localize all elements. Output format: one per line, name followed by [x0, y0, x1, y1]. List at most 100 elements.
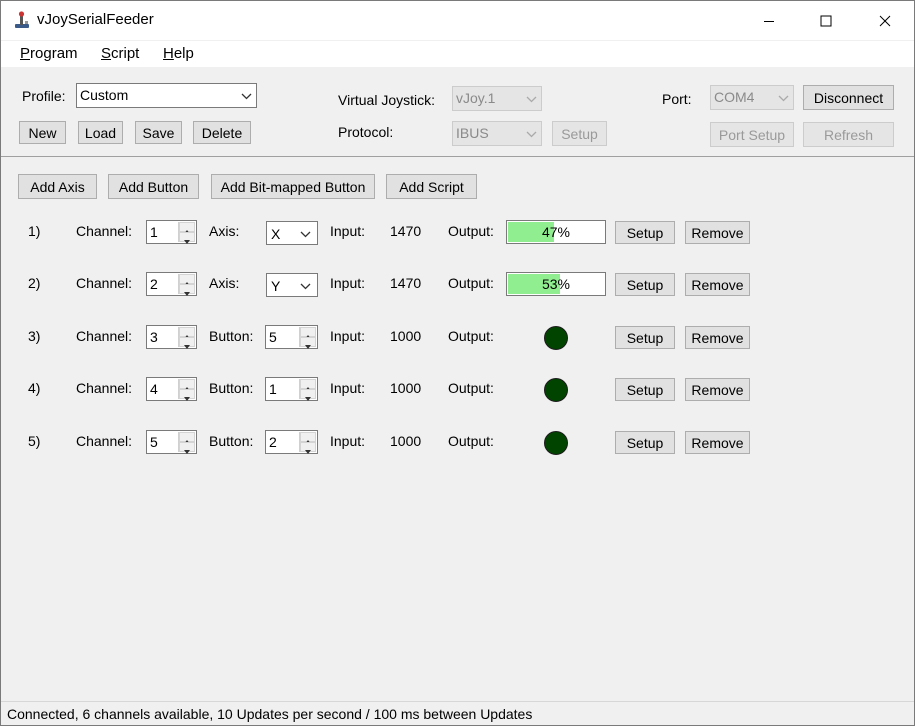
row-index: 2)	[28, 275, 41, 291]
spinner-arrows[interactable]	[299, 379, 316, 401]
axis-output-bar: 47%	[506, 220, 606, 244]
menu-help[interactable]: Help	[163, 45, 194, 62]
app-window: vJoySerialFeeder Program Script Help Pro…	[0, 0, 915, 726]
spinner-down-button[interactable]	[179, 442, 195, 454]
button-number-spinner[interactable]: 5	[265, 325, 318, 349]
save-profile-button[interactable]: Save	[135, 121, 182, 144]
spinner-down-button[interactable]	[179, 284, 195, 296]
spinner-up-button[interactable]	[300, 327, 316, 339]
button-output-led	[544, 326, 568, 350]
status-text: Connected, 6 channels available, 10 Upda…	[7, 706, 533, 722]
protocol-setup-button[interactable]: Setup	[552, 121, 607, 146]
channel-spinner[interactable]: 3	[146, 325, 197, 349]
output-label: Output:	[448, 275, 494, 291]
channel-value: 4	[150, 381, 158, 397]
button-label: Button:	[209, 328, 254, 344]
load-profile-button[interactable]: Load	[78, 121, 123, 144]
menu-script[interactable]: Script	[101, 45, 139, 62]
mapping-remove-button[interactable]: Remove	[685, 221, 750, 244]
spinner-arrows[interactable]	[178, 327, 195, 349]
spinner-arrows[interactable]	[178, 379, 195, 401]
menu-help-rest: elp	[173, 45, 194, 62]
spinner-up-button[interactable]	[179, 327, 195, 339]
title-bar: vJoySerialFeeder	[1, 1, 914, 40]
chevron-down-icon	[300, 231, 311, 238]
spinner-down-button[interactable]	[300, 442, 316, 454]
spinner-up-button[interactable]	[179, 432, 195, 444]
triangle-down-icon	[184, 240, 190, 244]
spinner-arrows[interactable]	[178, 274, 195, 296]
delete-profile-button[interactable]: Delete	[193, 121, 251, 144]
mapping-remove-button[interactable]: Remove	[685, 378, 750, 401]
disconnect-button[interactable]: Disconnect	[803, 85, 894, 110]
triangle-down-icon	[184, 292, 190, 296]
joystick-app-icon	[13, 11, 31, 29]
spinner-up-button[interactable]	[179, 274, 195, 286]
channel-spinner[interactable]: 4	[146, 377, 197, 401]
spinner-arrows[interactable]	[299, 327, 316, 349]
axis-output-bar: 53%	[506, 272, 606, 296]
port-label: Port:	[662, 91, 692, 107]
spinner-down-button[interactable]	[179, 232, 195, 244]
menu-program[interactable]: Program	[20, 45, 78, 62]
spinner-up-button[interactable]	[179, 379, 195, 391]
menu-script-accel: S	[101, 45, 112, 62]
spinner-arrows[interactable]	[178, 222, 195, 244]
axis-select[interactable]: Y	[266, 273, 318, 297]
channel-spinner[interactable]: 1	[146, 220, 197, 244]
spinner-down-button[interactable]	[300, 337, 316, 349]
close-icon	[879, 15, 891, 26]
connection-panel: Profile: Custom New Load Save Delete Vir…	[1, 67, 914, 157]
maximize-button[interactable]	[803, 1, 849, 40]
channel-value: 3	[150, 329, 158, 345]
protocol-value: IBUS	[456, 125, 489, 141]
spinner-down-button[interactable]	[179, 337, 195, 349]
new-profile-button[interactable]: New	[19, 121, 66, 144]
minimize-button[interactable]	[746, 1, 792, 40]
mapping-remove-button[interactable]: Remove	[685, 326, 750, 349]
button-number-value: 1	[269, 381, 277, 397]
virtual-joystick-value: vJoy.1	[456, 90, 496, 106]
channel-spinner[interactable]: 5	[146, 430, 197, 454]
menu-bar: Program Script Help	[1, 41, 914, 67]
mapping-remove-button[interactable]: Remove	[685, 431, 750, 454]
protocol-select[interactable]: IBUS	[452, 121, 542, 146]
close-button[interactable]	[862, 1, 908, 40]
input-value: 1000	[390, 380, 422, 396]
mapping-setup-button[interactable]: Setup	[615, 326, 675, 349]
port-setup-button[interactable]: Port Setup	[710, 122, 794, 147]
button-output-led	[544, 378, 568, 402]
refresh-button[interactable]: Refresh	[803, 122, 894, 147]
spinner-up-button[interactable]	[179, 222, 195, 234]
triangle-down-icon	[305, 450, 311, 454]
mapping-setup-button[interactable]: Setup	[615, 431, 675, 454]
spinner-down-button[interactable]	[300, 389, 316, 401]
profile-select[interactable]: Custom	[76, 83, 257, 108]
channel-spinner[interactable]: 2	[146, 272, 197, 296]
input-label: Input:	[330, 275, 366, 291]
add-button-button[interactable]: Add Button	[108, 174, 199, 199]
button-number-spinner[interactable]: 2	[265, 430, 318, 454]
spinner-up-button[interactable]	[300, 379, 316, 391]
mapping-setup-button[interactable]: Setup	[615, 221, 675, 244]
input-label: Input:	[330, 223, 366, 239]
add-bitmapped-button-button[interactable]: Add Bit-mapped Button	[211, 174, 375, 199]
add-script-button[interactable]: Add Script	[386, 174, 477, 199]
button-number-spinner[interactable]: 1	[265, 377, 318, 401]
triangle-down-icon	[184, 450, 190, 454]
port-select[interactable]: COM4	[710, 85, 794, 110]
spinner-arrows[interactable]	[178, 432, 195, 454]
add-axis-button[interactable]: Add Axis	[18, 174, 97, 199]
axis-select[interactable]: X	[266, 221, 318, 245]
chevron-down-icon	[526, 96, 537, 102]
mapping-setup-button[interactable]: Setup	[615, 273, 675, 296]
spinner-arrows[interactable]	[299, 432, 316, 454]
virtual-joystick-select[interactable]: vJoy.1	[452, 86, 542, 111]
menu-help-accel: H	[163, 45, 174, 62]
mapping-setup-button[interactable]: Setup	[615, 378, 675, 401]
spinner-down-button[interactable]	[179, 389, 195, 401]
mapping-remove-button[interactable]: Remove	[685, 273, 750, 296]
input-label: Input:	[330, 328, 366, 344]
input-label: Input:	[330, 433, 366, 449]
spinner-up-button[interactable]	[300, 432, 316, 444]
